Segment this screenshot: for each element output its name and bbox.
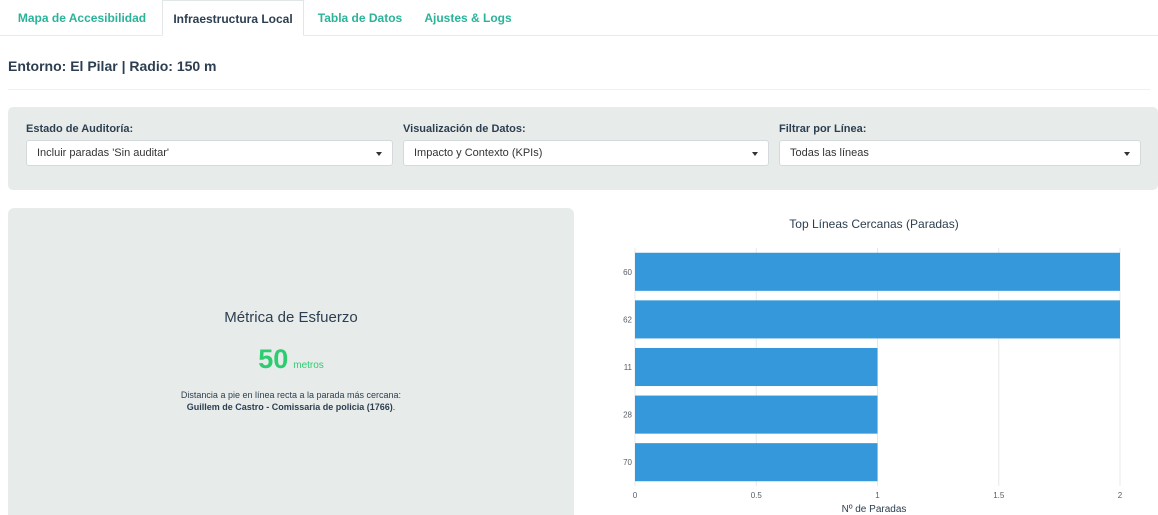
page-title: Entorno: El Pilar | Radio: 150 m bbox=[8, 58, 217, 74]
line-filter-value: Todas las líneas bbox=[790, 147, 869, 159]
y-tick-label: 62 bbox=[623, 315, 632, 324]
x-tick-label: 0.5 bbox=[751, 491, 763, 500]
bar-70 bbox=[635, 443, 878, 482]
tab-mapa-accesibilidad[interactable]: Mapa de Accesibilidad bbox=[8, 0, 156, 36]
metric-value-row: 50 metros bbox=[8, 344, 574, 375]
visualization-filter-label: Visualización de Datos: bbox=[403, 123, 526, 135]
chart-plot: 60 62 11 28 70 0 0.5 1 1.5 2 bbox=[623, 248, 1123, 500]
metric-title: Métrica de Esfuerzo bbox=[224, 309, 358, 326]
x-tick-label: 0 bbox=[633, 491, 638, 500]
metric-description-text: Distancia a pie en línea recta a la para… bbox=[180, 390, 402, 400]
tab-tabla-datos[interactable]: Tabla de Datos bbox=[310, 0, 410, 36]
audit-filter-label: Estado de Auditoría: bbox=[26, 123, 134, 135]
top-lines-chart: Top Líneas Cercanas (Paradas) 60 62 11 28 70… bbox=[590, 208, 1158, 515]
nearest-stop-name: Guillem de Castro - Comissaria de polici… bbox=[186, 402, 393, 412]
line-filter-label: Filtrar por Línea: bbox=[779, 123, 867, 135]
tab-bar: Mapa de Accesibilidad Infraestructura Lo… bbox=[0, 0, 1158, 36]
y-tick-label: 11 bbox=[624, 363, 633, 372]
visualization-filter-select[interactable]: Impacto y Contexto (KPIs) bbox=[403, 140, 769, 166]
visualization-filter-value: Impacto y Contexto (KPIs) bbox=[414, 147, 543, 159]
effort-metric-card: Métrica de Esfuerzo 50 metros Distancia a… bbox=[8, 208, 574, 515]
metric-unit: metros bbox=[293, 360, 324, 371]
y-tick-label: 60 bbox=[623, 268, 632, 277]
metric-description: Distancia a pie en línea recta a la para… bbox=[8, 389, 574, 413]
divider bbox=[8, 89, 1150, 90]
bar-11 bbox=[635, 347, 878, 387]
audit-filter-select[interactable]: Incluir paradas 'Sin auditar' bbox=[26, 140, 393, 166]
bar-28 bbox=[635, 395, 878, 434]
bar-60 bbox=[635, 252, 1120, 291]
metric-value: 50 bbox=[258, 344, 289, 374]
nearest-stop-suffix: . bbox=[392, 402, 396, 412]
y-tick-label: 70 bbox=[623, 458, 632, 467]
x-tick-label: 1 bbox=[875, 491, 880, 500]
caret-down-icon bbox=[752, 152, 758, 156]
audit-filter-value: Incluir paradas 'Sin auditar' bbox=[37, 147, 169, 159]
chart-x-axis-label: Nº de Paradas bbox=[841, 504, 907, 515]
caret-down-icon bbox=[1124, 152, 1130, 156]
line-filter-select[interactable]: Todas las líneas bbox=[779, 140, 1141, 166]
x-tick-label: 2 bbox=[1118, 491, 1123, 500]
caret-down-icon bbox=[376, 152, 382, 156]
bar-62 bbox=[635, 300, 1120, 339]
filter-panel: Estado de Auditoría: Incluir paradas 'Si… bbox=[8, 107, 1158, 190]
x-tick-label: 1.5 bbox=[993, 491, 1005, 500]
tab-ajustes-logs[interactable]: Ajustes & Logs bbox=[418, 0, 518, 36]
tab-infraestructura-local[interactable]: Infraestructura Local bbox=[162, 0, 304, 36]
y-tick-label: 28 bbox=[623, 411, 632, 420]
